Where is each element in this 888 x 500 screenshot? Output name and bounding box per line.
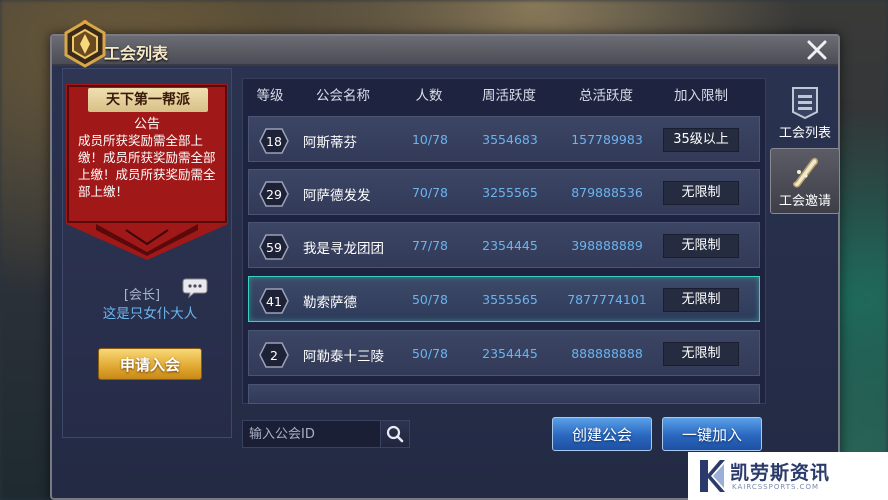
header-join-limit: 加入限制 bbox=[674, 88, 728, 104]
watermark: 凯劳斯资讯 KAIRCSSPORTS.COM bbox=[688, 452, 888, 500]
weekly-activity: 3555565 bbox=[482, 292, 538, 307]
tab-guild-list-label: 工会列表 bbox=[778, 126, 831, 141]
window-title: 工会列表 bbox=[104, 44, 169, 63]
guild-name: 阿萨德发发 bbox=[303, 188, 371, 204]
scroll-icon bbox=[793, 157, 818, 188]
header-level: 等级 bbox=[256, 88, 284, 104]
close-icon bbox=[807, 40, 827, 60]
level-badge: 59 bbox=[259, 234, 289, 260]
watermark-logo-icon bbox=[700, 460, 725, 492]
guild-name: 阿勒泰十三陵 bbox=[303, 349, 384, 365]
table-row[interactable]: 59 我是寻龙团团 77/78 2354445 398888889 无限制 bbox=[248, 222, 760, 268]
title-bar: 工会列表 bbox=[52, 36, 838, 66]
weekly-activity: 2354445 bbox=[482, 238, 538, 253]
join-limit: 无限制 bbox=[663, 288, 739, 312]
member-count: 10/78 bbox=[411, 132, 449, 147]
header-total-activity: 总活跃度 bbox=[579, 88, 633, 104]
chat-bubble-icon[interactable] bbox=[182, 276, 210, 300]
leader-label: [会长] bbox=[123, 288, 161, 303]
total-activity: 7877774101 bbox=[567, 292, 647, 307]
table-row[interactable]: 29 阿萨德发发 70/78 3255565 879888536 无限制 bbox=[248, 169, 760, 215]
leader-name: 这是只女仆大人 bbox=[102, 306, 198, 322]
table-row[interactable]: 18 阿斯蒂芬 10/78 3554683 157789983 35级以上 bbox=[248, 116, 760, 162]
quick-join-button[interactable]: 一键加入 bbox=[662, 417, 762, 451]
guild-emblem-icon bbox=[64, 20, 106, 68]
level-badge: 29 bbox=[259, 181, 289, 207]
member-count: 50/78 bbox=[411, 292, 449, 307]
notice-heading: 公告 bbox=[133, 117, 160, 132]
guild-name: 我是寻龙团团 bbox=[303, 241, 384, 257]
weekly-activity: 3554683 bbox=[482, 132, 538, 147]
guild-list-icon bbox=[792, 87, 818, 120]
level-badge: 18 bbox=[259, 128, 289, 154]
header-members: 人数 bbox=[415, 88, 443, 104]
guild-name: 阿斯蒂芬 bbox=[303, 135, 357, 151]
level-badge: 41 bbox=[259, 288, 289, 314]
join-limit: 无限制 bbox=[663, 181, 739, 205]
total-activity: 888888888 bbox=[571, 346, 643, 361]
apply-join-button[interactable]: 申请入会 bbox=[98, 348, 202, 380]
header-guild-name: 公会名称 bbox=[316, 88, 370, 104]
watermark-text: 凯劳斯资讯 bbox=[730, 462, 831, 484]
table-row[interactable]: 2 阿勒泰十三陵 50/78 2354445 888888888 无限制 bbox=[248, 330, 760, 376]
join-limit: 无限制 bbox=[663, 342, 739, 366]
table-header: 等级 公会名称 人数 周活跃度 总活跃度 加入限制 bbox=[248, 84, 760, 106]
guild-id-search-input[interactable] bbox=[242, 420, 382, 448]
weekly-activity: 3255565 bbox=[482, 185, 538, 200]
total-activity: 398888889 bbox=[571, 238, 643, 253]
notice-text: 成员所获奖励需全部上缴！成员所获奖励需全部上缴！成员所获奖励需全部上缴！ bbox=[78, 133, 216, 199]
tab-guild-list[interactable]: 工会列表 bbox=[770, 80, 840, 146]
table-row-partial[interactable] bbox=[248, 384, 760, 404]
tab-guild-invite-label: 工会邀请 bbox=[778, 194, 831, 209]
search-button[interactable] bbox=[380, 420, 410, 448]
member-count: 50/78 bbox=[411, 346, 449, 361]
table-row-selected[interactable]: 41 勒索萨德 50/78 3555565 7877774101 无限制 bbox=[248, 276, 760, 322]
search-icon bbox=[386, 425, 404, 443]
guild-name: 勒索萨德 bbox=[303, 295, 357, 311]
tab-guild-invite[interactable]: 工会邀请 bbox=[770, 148, 840, 214]
create-guild-button[interactable]: 创建公会 bbox=[552, 417, 652, 451]
join-limit: 无限制 bbox=[663, 234, 739, 258]
member-count: 70/78 bbox=[411, 185, 449, 200]
member-count: 77/78 bbox=[411, 238, 449, 253]
total-activity: 879888536 bbox=[571, 185, 643, 200]
watermark-subtext: KAIRCSSPORTS.COM bbox=[732, 483, 820, 491]
close-button[interactable] bbox=[798, 34, 836, 66]
join-limit: 35级以上 bbox=[663, 128, 739, 152]
level-badge: 2 bbox=[259, 342, 289, 368]
weekly-activity: 2354445 bbox=[482, 346, 538, 361]
header-weekly-activity: 周活跃度 bbox=[482, 88, 536, 104]
total-activity: 157789983 bbox=[571, 132, 643, 147]
guild-name-plate: 天下第一帮派 bbox=[88, 88, 208, 112]
